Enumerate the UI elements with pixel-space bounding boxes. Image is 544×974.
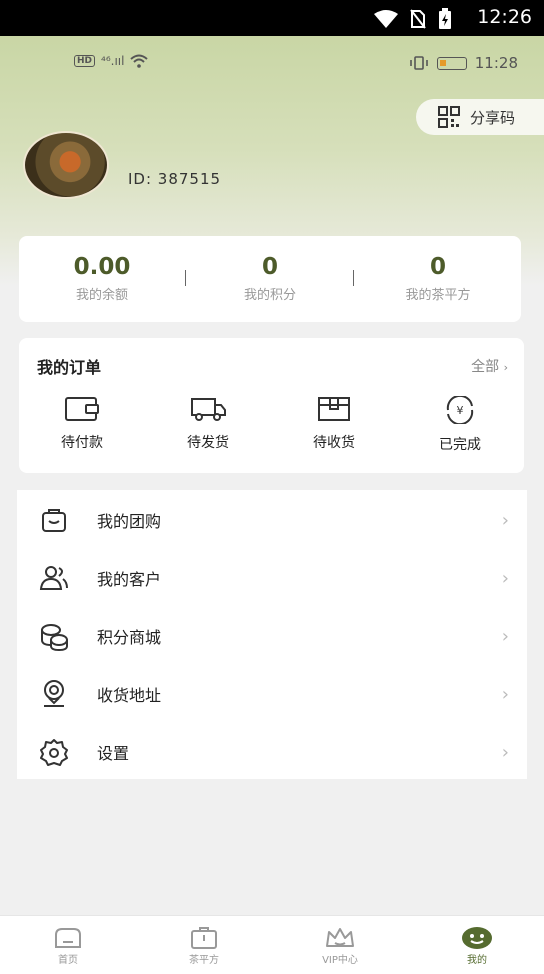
coins-icon — [41, 624, 68, 651]
order-label: 已完成 — [439, 437, 481, 453]
stat-balance[interactable]: 0.00 我的余额 — [27, 254, 177, 303]
stat-value: 0.00 — [73, 254, 131, 280]
order-completed[interactable]: ¥ 已完成 — [415, 396, 505, 454]
tab-label: 首页 — [58, 955, 78, 966]
stat-label: 我的余额 — [75, 288, 128, 303]
package-icon — [318, 397, 350, 421]
chevron-right-icon: › — [501, 567, 509, 589]
menu-list: 我的团购 › 我的客户 › 积分商城 › 收货地址 › 设置 › — [17, 490, 527, 779]
share-code-label: 分享码 — [470, 108, 516, 127]
menu-item-customers[interactable]: 我的客户 › — [17, 549, 527, 607]
home-icon — [55, 928, 81, 948]
orders-all-link[interactable]: 全部 › — [471, 356, 508, 376]
avatar[interactable] — [23, 131, 109, 199]
order-pending-receipt[interactable]: 待收货 — [289, 396, 379, 452]
chevron-right-icon: › — [501, 625, 509, 647]
battery-charging-icon — [439, 8, 451, 29]
tab-home[interactable]: 首页 — [28, 926, 108, 966]
location-pin-icon — [44, 680, 64, 707]
divider — [185, 270, 186, 286]
stat-tea-square[interactable]: 0 我的茶平方 — [363, 254, 513, 303]
stat-points[interactable]: 0 我的积分 — [195, 254, 345, 303]
order-label: 待付款 — [61, 435, 103, 451]
no-sim-icon — [410, 9, 426, 29]
tab-label: 我的 — [467, 955, 487, 966]
menu-item-points-mall[interactable]: 积分商城 › — [17, 607, 527, 665]
wallet-icon — [65, 397, 99, 421]
orders-title: 我的订单 — [37, 358, 102, 377]
menu-item-group-buy[interactable]: 我的团购 › — [17, 491, 527, 549]
inner-status-bar: HD ⁴⁶.ııl 11:28 — [0, 50, 544, 76]
system-icons — [374, 8, 452, 30]
qr-code-icon — [438, 106, 460, 128]
wifi-small-icon — [130, 54, 149, 68]
menu-item-settings[interactable]: 设置 › — [17, 723, 527, 781]
yuan-cycle-icon: ¥ — [446, 396, 474, 424]
tab-label: 茶平方 — [189, 955, 219, 966]
tab-label: VIP中心 — [322, 955, 358, 966]
signal-icon: ⁴⁶.ııl — [101, 54, 125, 68]
share-code-button[interactable]: 分享码 — [416, 99, 544, 135]
group-buy-bag-icon — [42, 509, 66, 532]
truck-icon — [191, 398, 226, 421]
gear-icon — [40, 739, 68, 766]
customers-icon — [39, 566, 68, 590]
chevron-right-icon: › — [503, 361, 508, 374]
user-id: ID: 387515 — [128, 170, 222, 188]
menu-label: 设置 — [97, 744, 130, 763]
chevron-right-icon: › — [501, 683, 509, 705]
order-pending-payment[interactable]: 待付款 — [37, 396, 127, 452]
stats-card: 0.00 我的余额 0 我的积分 0 我的茶平方 — [19, 236, 521, 322]
stat-value: 0 — [429, 254, 446, 280]
order-pending-shipment[interactable]: 待发货 — [163, 396, 253, 452]
menu-label: 收货地址 — [97, 686, 162, 705]
divider — [353, 270, 354, 286]
stat-label: 我的茶平方 — [405, 288, 471, 303]
vibrate-icon — [409, 56, 428, 70]
stat-value: 0 — [261, 254, 278, 280]
menu-label: 我的客户 — [97, 570, 162, 589]
hd-badge: HD — [74, 55, 96, 67]
inner-time: 11:28 — [474, 54, 518, 72]
chevron-right-icon: › — [501, 741, 509, 763]
order-label: 待收货 — [313, 435, 355, 451]
wifi-icon — [374, 10, 398, 28]
system-time: 12:26 — [477, 6, 532, 28]
chevron-right-icon: › — [501, 509, 509, 531]
order-label: 待发货 — [187, 435, 229, 451]
bottom-tab-bar: 首页 茶平方 VIP中心 我的 — [0, 915, 544, 974]
system-status-bar: 12:26 — [0, 0, 544, 36]
battery-icon — [436, 56, 467, 70]
orders-card: 我的订单 全部 › 待付款 待发货 待收货 ¥ 已完成 — [19, 338, 524, 473]
smiley-icon — [462, 927, 492, 949]
tab-tea-square[interactable]: 茶平方 — [164, 926, 244, 966]
tab-vip-center[interactable]: VIP中心 — [300, 926, 380, 966]
orders-all-label: 全部 — [471, 359, 500, 375]
menu-label: 我的团购 — [97, 512, 162, 531]
menu-item-shipping-address[interactable]: 收货地址 › — [17, 665, 527, 723]
svg-text:¥: ¥ — [457, 404, 464, 417]
menu-label: 积分商城 — [97, 628, 162, 647]
tab-mine[interactable]: 我的 — [437, 926, 517, 966]
crown-icon — [326, 928, 354, 947]
tea-bag-icon — [191, 927, 217, 949]
stat-label: 我的积分 — [243, 288, 296, 303]
